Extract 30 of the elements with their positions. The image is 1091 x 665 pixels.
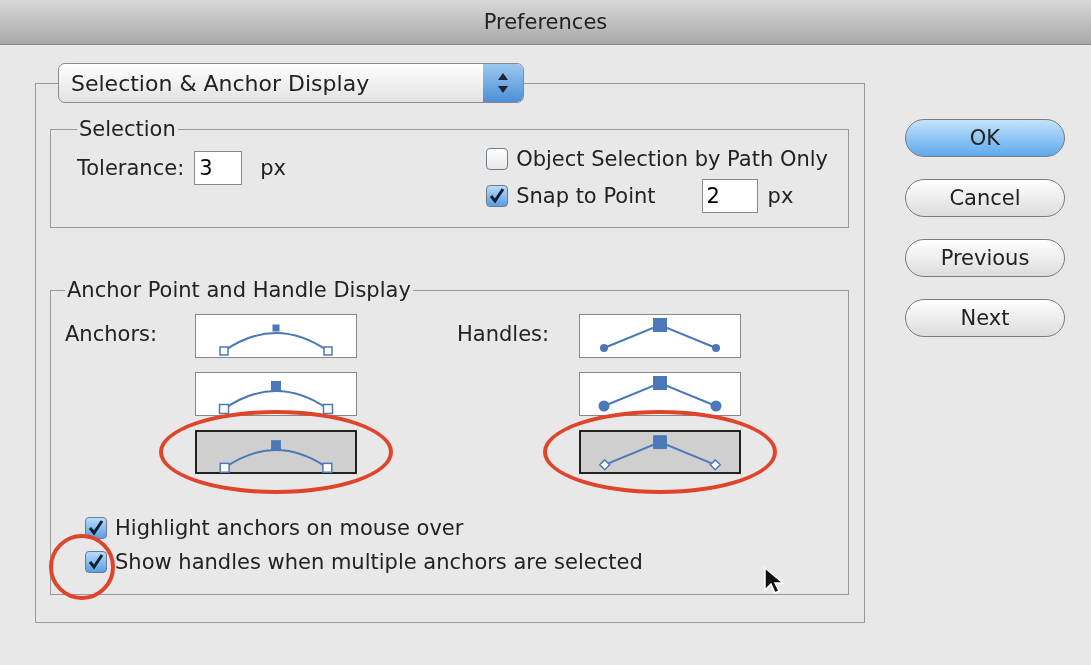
dialog-button[interactable]: Cancel <box>905 179 1065 217</box>
checkbox[interactable] <box>486 185 509 207</box>
style-option[interactable] <box>579 430 741 474</box>
stepper-icon <box>483 64 523 102</box>
checkbox[interactable] <box>85 551 107 573</box>
unit-label: px <box>260 156 286 180</box>
handles-label: Handles: <box>457 322 551 346</box>
group-title: Selection <box>78 117 177 141</box>
checkbox-label: Object Selection by Path Only <box>516 147 828 171</box>
style-option[interactable] <box>579 314 741 358</box>
checkbox[interactable] <box>85 517 107 539</box>
checkbox[interactable] <box>486 148 509 170</box>
group-title: Anchor Point and Handle Display <box>66 278 412 302</box>
tolerance-field[interactable]: 3 <box>194 151 243 185</box>
dialog-button[interactable]: OK <box>905 119 1065 157</box>
anchors-label: Anchors: <box>65 322 159 346</box>
cursor-icon <box>763 566 785 596</box>
tolerance-label: Tolerance: <box>77 156 185 180</box>
dialog-button[interactable]: Previous <box>905 239 1065 277</box>
window-title: Preferences <box>483 10 608 34</box>
unit-label: px <box>767 184 794 208</box>
style-option[interactable] <box>195 430 357 474</box>
style-option[interactable] <box>579 372 741 416</box>
style-option[interactable] <box>195 372 357 416</box>
checkbox-label: Show handles when multiple anchors are selected <box>115 550 643 574</box>
category-dropdown[interactable]: Selection & Anchor Display <box>58 63 524 103</box>
dialog-button[interactable]: Next <box>905 299 1065 337</box>
checkbox-label: Highlight anchors on mouse over <box>115 516 464 540</box>
snap-distance-field[interactable]: 2 <box>701 179 758 213</box>
checkbox-label: Snap to Point <box>516 184 656 208</box>
